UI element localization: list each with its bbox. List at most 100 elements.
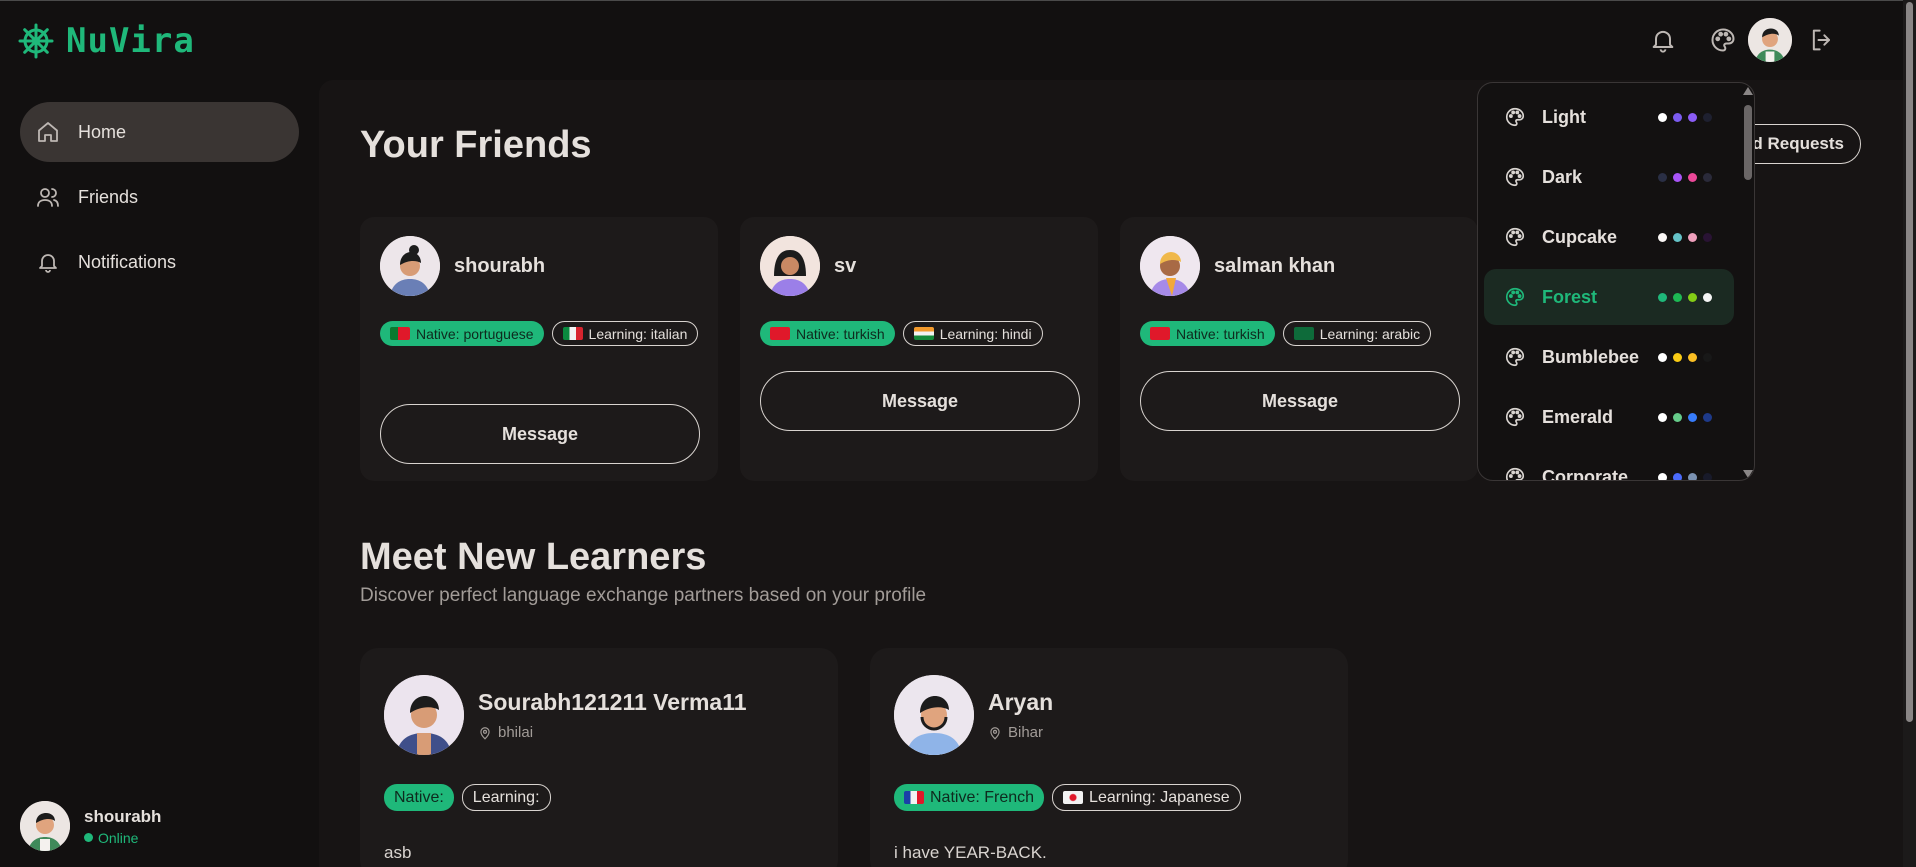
color-swatch [1703,172,1712,182]
location-label: Bihar [1008,724,1044,741]
current-user[interactable]: shourabh Online [20,801,161,851]
color-swatch [1658,352,1667,362]
app-name: NuVira [66,21,195,61]
learning-language-badge: Learning: [461,784,551,811]
sidebar-item-friends[interactable]: Friends [20,167,299,227]
theme-option-label: Forest [1542,286,1598,307]
avatar [380,236,440,296]
theme-option-label: Cupcake [1542,226,1618,247]
theme-option-light[interactable]: Light [1484,89,1734,145]
learner-location: bhilai [478,724,747,741]
color-swatch [1673,352,1682,362]
palette-icon [1504,346,1526,368]
native-language-badge: Native: turkish [1140,321,1275,346]
app-logo[interactable]: NuVira [18,21,195,61]
notifications-button[interactable] [1648,25,1678,55]
learners-section-subtitle: Discover perfect language exchange partn… [360,585,927,606]
sidebar: NuVira Home Friends Notifications shoura… [0,1,318,867]
badge-label: Learning: Japanese [1089,788,1230,806]
learner-bio: i have YEAR-BACK. [894,843,1047,862]
japan-flag-icon [1063,791,1084,804]
bell-icon [39,254,57,273]
france-flag-icon [904,791,924,804]
learning-language-badge: Learning: Japanese [1052,784,1241,811]
badge-label: Learning: hindi [939,325,1032,342]
online-dot-icon [84,833,93,842]
theme-option-corporate[interactable]: Corporate [1484,449,1734,481]
message-button[interactable]: Message [1140,371,1460,431]
ship-wheel-icon [18,23,54,59]
palette-icon [1504,106,1526,128]
scroll-up-icon[interactable] [1743,87,1753,95]
learning-language-badge: Learning: arabic [1282,321,1432,346]
header-avatar[interactable] [1748,18,1792,62]
theme-option-label: Bumblebee [1542,346,1640,367]
dropdown-scroll-thumb[interactable] [1744,105,1752,180]
learner-location: Bihar [988,724,1053,741]
color-swatch [1658,232,1667,242]
page-scroll-thumb[interactable] [1906,2,1913,722]
color-swatch [1688,112,1697,122]
turkey-flag-icon [1150,327,1170,340]
color-swatch [1658,412,1667,422]
theme-swatches [1658,352,1712,362]
learners-section-title: Meet New Learners [360,536,707,578]
color-swatch [1688,172,1697,182]
learning-language-badge: Learning: hindi [902,321,1043,346]
avatar [760,236,820,296]
color-swatch [1688,352,1697,362]
sidebar-item-notifications[interactable]: Notifications [20,232,299,292]
turkey-flag-icon [770,327,790,340]
theme-swatches [1658,232,1712,242]
bell-icon [1652,30,1674,53]
palette-icon [1711,28,1735,52]
color-swatch [1673,112,1682,122]
learner-name: Sourabh121211 Verma11 [478,689,747,715]
theme-option-cupcake[interactable]: Cupcake [1484,209,1734,265]
color-swatch [1703,412,1712,422]
friend-name: shourabh [454,254,546,277]
scroll-down-icon[interactable] [1743,470,1753,478]
sidebar-item-label: Notifications [78,251,177,272]
theme-option-label: Corporate [1542,466,1629,481]
friend-name: sv [834,254,857,277]
native-language-badge: Native: [384,784,454,811]
palette-icon [1504,286,1526,308]
color-swatch [1703,292,1712,302]
learner-card: Sourabh121211 Verma11 bhilai Native: Lea… [360,648,838,867]
theme-selector-button[interactable] [1708,25,1738,55]
color-swatch [1658,472,1667,480]
message-button[interactable]: Message [380,404,700,464]
theme-option-forest[interactable]: Forest [1484,269,1734,325]
color-swatch [1673,472,1682,480]
theme-swatches [1658,292,1712,302]
learning-language-badge: Learning: italian [551,321,699,346]
friend-card: salman khan Native: turkish Learning: ar… [1120,217,1478,481]
color-swatch [1658,172,1667,182]
friend-name: salman khan [1214,254,1336,277]
color-swatch [1658,112,1667,122]
message-button[interactable]: Message [760,371,1080,431]
color-swatch [1688,292,1697,302]
learner-bio: asb [384,843,412,862]
color-swatch [1703,472,1712,480]
theme-swatches [1658,412,1712,422]
theme-option-dark[interactable]: Dark [1484,149,1734,205]
friend-card: sv Native: turkish Learning: hindi Messa… [740,217,1098,481]
theme-swatches [1658,112,1712,122]
color-swatch [1688,412,1697,422]
theme-option-emerald[interactable]: Emerald [1484,389,1734,445]
sidebar-item-home[interactable]: Home [20,102,299,162]
italy-flag-icon [562,327,583,340]
friends-section-title: Your Friends [360,124,592,166]
logout-button[interactable] [1807,25,1837,55]
color-swatch [1688,232,1697,242]
online-status: Online [84,830,161,846]
learner-card: Aryan Bihar Native: French Learning: Jap… [870,648,1348,867]
location-label: bhilai [498,724,534,741]
theme-option-bumblebee[interactable]: Bumblebee [1484,329,1734,385]
theme-swatches [1658,472,1712,480]
color-swatch [1703,112,1712,122]
theme-option-label: Emerald [1542,406,1614,427]
avatar [384,675,464,755]
